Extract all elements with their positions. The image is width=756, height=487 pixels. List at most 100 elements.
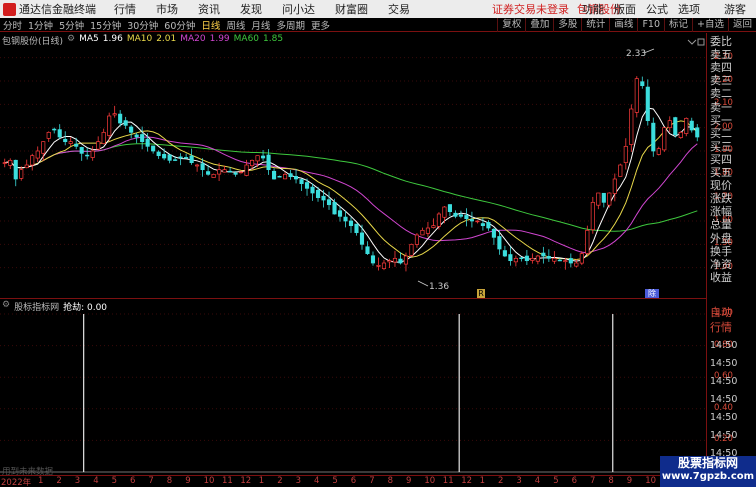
- period-tab[interactable]: 周线: [223, 18, 248, 32]
- month-tick-label: 7: [148, 476, 154, 486]
- price-chart[interactable]: 2.33 1.36: [0, 33, 706, 298]
- candle: [288, 170, 293, 180]
- candle: [662, 127, 667, 152]
- app-logo-icon: [3, 2, 16, 16]
- candle: [453, 210, 458, 219]
- candle: [184, 153, 189, 160]
- expand-icon[interactable]: [697, 38, 705, 46]
- candle: [46, 131, 51, 143]
- trade-login-notice[interactable]: 证券交易未登录: [492, 1, 569, 17]
- month-tick-label: 4: [314, 476, 320, 486]
- candle: [409, 243, 414, 257]
- tool-stats-button[interactable]: 统计: [581, 18, 609, 32]
- auto-label[interactable]: 自动: [710, 306, 756, 320]
- period-tab[interactable]: 多周期: [273, 18, 308, 32]
- event-marker[interactable]: R: [477, 289, 485, 298]
- quote-label: 净资: [710, 257, 732, 271]
- candle: [156, 150, 161, 159]
- month-tick-label: 8: [166, 476, 173, 486]
- tool-back-button[interactable]: 返回: [727, 18, 756, 32]
- month-tick-label: 11: [222, 476, 233, 486]
- watermark-url: www.7gpzb.com: [661, 471, 755, 482]
- market-label[interactable]: 行情: [710, 321, 756, 335]
- candle: [678, 131, 683, 139]
- menu-options[interactable]: 选项: [678, 1, 700, 17]
- period-tab-more[interactable]: 更多: [308, 18, 333, 32]
- period-tab[interactable]: 1分钟: [25, 18, 56, 32]
- month-tick-label: 3: [516, 476, 522, 486]
- candle: [52, 127, 57, 134]
- month-tick-label: 10: [203, 476, 215, 486]
- user-guest[interactable]: 游客: [724, 1, 746, 17]
- tool-draw-button[interactable]: 画线: [609, 18, 637, 32]
- candle: [211, 173, 216, 178]
- tool-f10-button[interactable]: F10: [637, 18, 664, 32]
- menu-ask[interactable]: 问小达: [282, 1, 315, 17]
- app-title: 通达信金融终端: [19, 3, 96, 16]
- indicator-chart[interactable]: [0, 300, 706, 475]
- candle: [195, 163, 200, 172]
- menu-discover[interactable]: 发现: [240, 1, 262, 17]
- candle: [431, 218, 436, 229]
- quote-label: 买二: [710, 126, 732, 140]
- period-tab[interactable]: 30分钟: [124, 18, 161, 32]
- period-tab[interactable]: 5分钟: [56, 18, 87, 32]
- candle: [35, 146, 40, 163]
- candle: [656, 146, 661, 156]
- quote-label: 买三: [710, 139, 732, 153]
- month-tick-label: 9: [626, 476, 633, 486]
- tool-adjust-button[interactable]: 复权: [497, 18, 525, 32]
- month-tick-label: 1: [258, 476, 265, 486]
- period-tab-daily[interactable]: 日线: [198, 18, 223, 32]
- title-bar: 通达信金融终端 行情 市场 资讯 发现 问小达 财富圈 交易 证券交易未登录 包…: [0, 0, 756, 18]
- trade-time-label: 14:50: [710, 358, 738, 369]
- candle: [2, 158, 7, 168]
- tool-overlay-button[interactable]: 叠加: [525, 18, 553, 32]
- candle: [272, 168, 277, 180]
- candle: [381, 259, 387, 271]
- month-tick-label: 7: [590, 476, 596, 486]
- quote-label: 卖三: [710, 74, 732, 88]
- month-tick-label: 10: [645, 476, 657, 486]
- menu-trade[interactable]: 交易: [388, 1, 410, 17]
- candle: [585, 225, 590, 256]
- candle: [673, 116, 678, 138]
- candle: [618, 163, 623, 177]
- candle: [491, 227, 496, 245]
- tool-mark-button[interactable]: 标记: [664, 18, 692, 32]
- menu-function[interactable]: 功能: [582, 1, 604, 17]
- quote-label: 委比: [710, 35, 732, 48]
- month-tick-label: 9: [185, 476, 191, 486]
- quote-panel: 委比 卖五 卖四 卖三 卖二 卖一 买一 买二 买三 买四 买五 现价 涨跌 涨幅 总量 外盘 换手 净资 收益 自…: [706, 33, 756, 487]
- month-tick-label: 10: [424, 476, 436, 486]
- tool-multi-button[interactable]: 多股: [553, 18, 581, 32]
- menu-news[interactable]: 资讯: [198, 1, 220, 17]
- period-tab[interactable]: 分时: [0, 18, 25, 32]
- candle: [261, 149, 266, 161]
- candle: [57, 124, 62, 140]
- period-tab[interactable]: 15分钟: [87, 18, 124, 32]
- menu-market[interactable]: 市场: [156, 1, 178, 17]
- tool-add-watch-button[interactable]: +自选: [692, 18, 728, 32]
- candle: [535, 254, 540, 265]
- menu-quotes[interactable]: 行情: [114, 1, 136, 17]
- candle: [178, 153, 183, 166]
- dividend-marker[interactable]: 除: [645, 289, 659, 298]
- menu-formula[interactable]: 公式: [646, 1, 668, 17]
- chart-tools: 复权 叠加 多股 统计 画线 F10 标记 +自选 返回: [497, 18, 756, 32]
- menu-wealth[interactable]: 财富圈: [335, 1, 368, 17]
- candle: [590, 196, 595, 234]
- ma10-line: [4, 120, 698, 261]
- candle: [634, 76, 639, 118]
- collapse-icon[interactable]: [687, 39, 697, 45]
- month-tick-label: 2: [56, 476, 62, 486]
- month-tick-label: 5: [332, 476, 338, 486]
- period-tab[interactable]: 60分钟: [161, 18, 198, 32]
- candle: [651, 117, 656, 157]
- year-label: 2022年: [1, 478, 32, 487]
- period-tab[interactable]: 月线: [248, 18, 273, 32]
- candle: [354, 223, 359, 236]
- candle: [376, 257, 381, 271]
- ma20-line: [4, 136, 698, 254]
- menu-layout[interactable]: 版面: [614, 1, 636, 17]
